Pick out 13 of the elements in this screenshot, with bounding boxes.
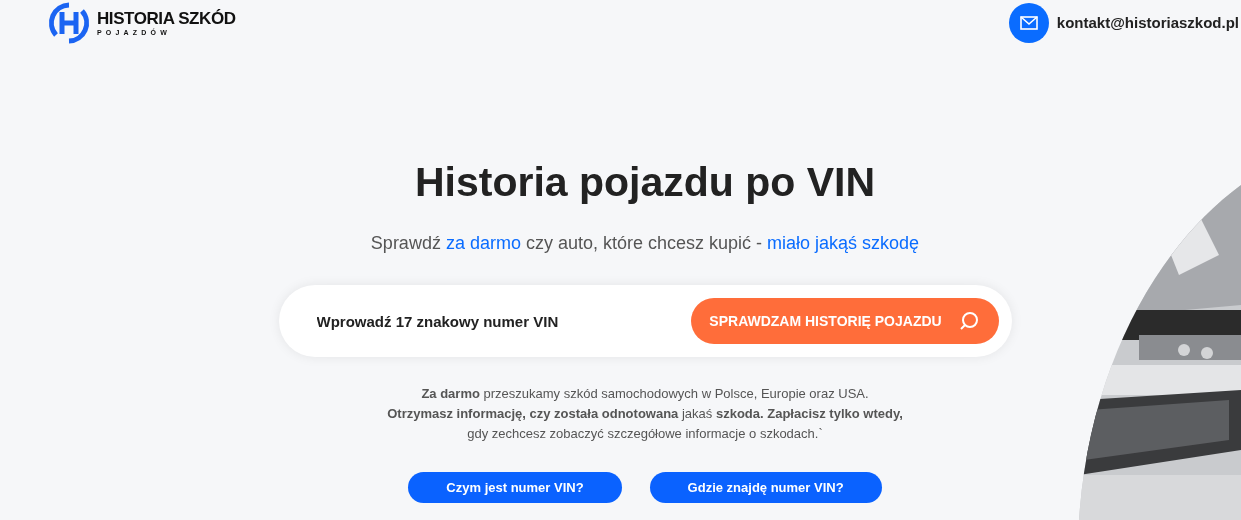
vin-info-button[interactable]: Czym jest numer VIN? bbox=[408, 472, 622, 503]
logo-title: HISTORIA SZKÓD bbox=[97, 10, 236, 27]
subtitle: Sprawdź za darmo czy auto, które chcesz kupić - miało jakąś szkodę bbox=[370, 232, 920, 255]
description-line: gdy zechcesz zobaczyć szczegółowe informacje o szkodach.` bbox=[467, 425, 823, 443]
description-line: Otrzymasz informację, czy została odnotowana jakaś szkoda. Zapłacisz tylko wtedy, bbox=[387, 405, 903, 423]
vin-search-field[interactable]: Wprowadź 17 znakowy numer VIN SPRAWDZAM HISTORIĘ POJAZDU bbox=[278, 285, 1012, 357]
check-history-button[interactable]: SPRAWDZAM HISTORIĘ POJAZDU bbox=[690, 298, 999, 344]
vin-info-button[interactable]: Gdzie znajdę numer VIN? bbox=[649, 472, 882, 503]
email-link[interactable]: kontakt@historiaszkod.pl bbox=[1056, 11, 1239, 35]
page-title: Historia pojazdu po VIN bbox=[414, 162, 876, 203]
mail-icon[interactable] bbox=[1008, 3, 1049, 43]
logo-icon bbox=[48, 2, 90, 44]
description-line: Za darmo przeszukamy szkód samochodowych w Polsce, Europie oraz USA. bbox=[421, 385, 869, 403]
